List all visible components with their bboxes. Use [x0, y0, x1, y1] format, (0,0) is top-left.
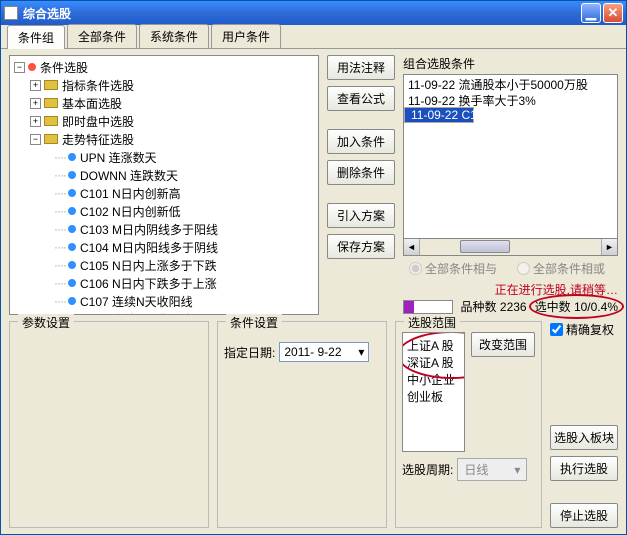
- param-legend: 参数设置: [18, 314, 74, 331]
- radio-or[interactable]: 全部条件相或: [517, 260, 605, 277]
- date-input[interactable]: 2011- 9-22 ▾: [279, 342, 369, 362]
- date-label: 指定日期:: [224, 344, 275, 361]
- combo-row[interactable]: 11-09-22 流通股本小于50000万股: [404, 75, 617, 91]
- item-icon: [68, 153, 76, 161]
- lower-panel: 参数设置 条件设置 指定日期: 2011- 9-22 ▾ 选股范围 上证A 股 …: [9, 321, 618, 528]
- tab-system[interactable]: 系统条件: [139, 24, 209, 48]
- minimize-button[interactable]: ▁: [581, 3, 601, 23]
- tree-group[interactable]: 走势特征选股: [62, 131, 134, 148]
- range-fieldset: 选股范围 上证A 股 深证A 股 中小企业 创业板 改变范围 选股周期: 日线 …: [395, 321, 542, 528]
- item-icon: [68, 279, 76, 287]
- scroll-track[interactable]: [420, 239, 601, 255]
- tree-item[interactable]: C102 N日内创新低: [80, 203, 181, 220]
- close-button[interactable]: ✕: [603, 3, 623, 23]
- tree-group[interactable]: 指标条件选股: [62, 77, 134, 94]
- combo-row-selected[interactable]: 11-09-22 C128 (8): [404, 107, 474, 123]
- save-plan-button[interactable]: 保存方案: [327, 234, 395, 259]
- item-icon: [68, 171, 76, 179]
- condition-tree[interactable]: −条件选股 +指标条件选股 +基本面选股 +即时盘中选股 −走势特征选股 ···…: [9, 55, 319, 315]
- progress-bar: [403, 300, 453, 314]
- radio-and[interactable]: 全部条件相与: [409, 260, 497, 277]
- dropdown-icon: ▾: [514, 463, 520, 477]
- usage-button[interactable]: 用法注释: [327, 55, 395, 80]
- horizontal-scrollbar[interactable]: ◄ ►: [403, 239, 618, 256]
- cond-legend: 条件设置: [226, 314, 282, 331]
- status-row: 品种数 2236 选中数 10/0.4%: [403, 298, 618, 315]
- mid-button-col: 用法注释 查看公式 加入条件 删除条件 引入方案 保存方案: [327, 55, 395, 315]
- item-icon: [68, 297, 76, 305]
- tree-item[interactable]: C108 连续N天收阴线: [80, 311, 193, 316]
- item-icon: [68, 261, 76, 269]
- precise-checkbox[interactable]: 精确复权: [550, 321, 618, 338]
- dropdown-icon[interactable]: ▾: [358, 345, 364, 359]
- range-legend: 选股范围: [404, 314, 460, 331]
- running-message: 正在进行选股,请稍等…: [403, 281, 618, 298]
- tab-user[interactable]: 用户条件: [211, 24, 281, 48]
- tree-group[interactable]: 即时盘中选股: [62, 113, 134, 130]
- tab-condition-group[interactable]: 条件组: [7, 25, 65, 49]
- tree-item[interactable]: UPN 连涨数天: [80, 149, 157, 166]
- stop-button[interactable]: 停止选股: [550, 503, 618, 528]
- selected-count: 选中数 10/0.4%: [535, 298, 618, 315]
- period-select[interactable]: 日线 ▾: [457, 458, 527, 481]
- tree-item[interactable]: C105 N日内上涨多于下跌: [80, 257, 217, 274]
- key-icon: [44, 134, 58, 144]
- expand-icon[interactable]: +: [30, 116, 41, 127]
- total-label: 品种数 2236: [461, 298, 527, 315]
- execute-button[interactable]: 执行选股: [550, 456, 618, 481]
- key-icon: [44, 116, 58, 126]
- titlebar: 综合选股 ▁ ✕: [1, 1, 626, 25]
- window-title: 综合选股: [23, 5, 579, 22]
- side-button-col: 精确复权 选股入板块 执行选股 停止选股: [550, 321, 618, 528]
- tree-item[interactable]: C101 N日内创新高: [80, 185, 181, 202]
- item-icon: [68, 225, 76, 233]
- combo-condition-list[interactable]: 11-09-22 流通股本小于50000万股 11-09-22 换手率大于3% …: [403, 74, 618, 239]
- upper-panel: −条件选股 +指标条件选股 +基本面选股 +即时盘中选股 −走势特征选股 ···…: [9, 55, 618, 315]
- range-list[interactable]: 上证A 股 深证A 股 中小企业 创业板: [402, 332, 465, 452]
- range-text: 上证A 股 深证A 股 中小企业 创业板: [407, 339, 455, 404]
- tree-root: 条件选股: [40, 59, 88, 76]
- tree-item[interactable]: DOWNN 连跌数天: [80, 167, 178, 184]
- expand-icon[interactable]: +: [30, 98, 41, 109]
- content-area: −条件选股 +指标条件选股 +基本面选股 +即时盘中选股 −走势特征选股 ···…: [1, 49, 626, 534]
- item-icon: [68, 243, 76, 251]
- tree-item[interactable]: C103 M日内阴线多于阳线: [80, 221, 218, 238]
- combo-label: 组合选股条件: [403, 55, 618, 72]
- param-fieldset: 参数设置: [9, 321, 209, 528]
- tree-item[interactable]: C107 连续N天收阳线: [80, 293, 193, 310]
- combo-row[interactable]: 11-09-22 换手率大于3%: [404, 91, 617, 107]
- collapse-icon[interactable]: −: [30, 134, 41, 145]
- tab-bar: 条件组 全部条件 系统条件 用户条件: [1, 25, 626, 49]
- key-icon: [44, 80, 58, 90]
- window: 综合选股 ▁ ✕ 条件组 全部条件 系统条件 用户条件 − 条件选股 + 指标条件选…: [0, 0, 627, 535]
- delete-condition-button[interactable]: 删除条件: [327, 160, 395, 185]
- collapse-icon[interactable]: −: [14, 62, 25, 73]
- scroll-thumb[interactable]: [460, 240, 510, 253]
- to-block-button[interactable]: 选股入板块: [550, 425, 618, 450]
- period-label: 选股周期:: [402, 461, 453, 478]
- tree-item[interactable]: C104 M日内阳线多于阴线: [80, 239, 218, 256]
- logic-radio-group: 全部条件相与 全部条件相或: [403, 256, 618, 281]
- import-plan-button[interactable]: 引入方案: [327, 203, 395, 228]
- scroll-right-icon[interactable]: ►: [601, 239, 617, 255]
- expand-icon[interactable]: +: [30, 80, 41, 91]
- scroll-left-icon[interactable]: ◄: [404, 239, 420, 255]
- key-icon: [44, 98, 58, 108]
- app-icon: [4, 6, 18, 20]
- tree-item[interactable]: C106 N日内下跌多于上涨: [80, 275, 217, 292]
- add-condition-button[interactable]: 加入条件: [327, 129, 395, 154]
- view-formula-button[interactable]: 查看公式: [327, 86, 395, 111]
- change-range-button[interactable]: 改变范围: [471, 332, 535, 357]
- item-icon: [68, 207, 76, 215]
- progress-fill: [404, 301, 414, 313]
- folder-icon: [28, 63, 36, 71]
- tree-group[interactable]: 基本面选股: [62, 95, 122, 112]
- tab-all[interactable]: 全部条件: [67, 24, 137, 48]
- combo-panel: 组合选股条件 11-09-22 流通股本小于50000万股 11-09-22 换…: [403, 55, 618, 315]
- cond-fieldset: 条件设置 指定日期: 2011- 9-22 ▾: [217, 321, 387, 528]
- item-icon: [68, 189, 76, 197]
